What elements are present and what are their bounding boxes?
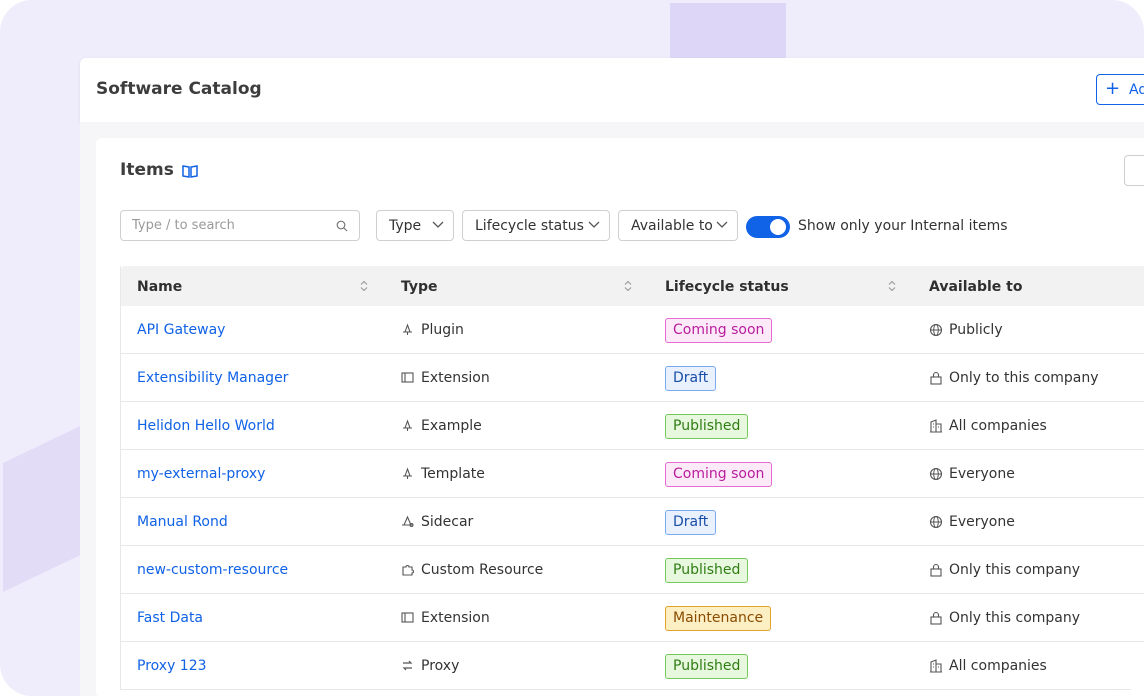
building-icon (930, 419, 942, 433)
item-name-link[interactable]: my-external-proxy (137, 466, 265, 482)
sort-icon[interactable] (360, 280, 368, 292)
plus-icon: + (1105, 78, 1121, 99)
items-title: Items (120, 160, 174, 180)
item-type-label: Template (421, 466, 485, 482)
item-availability-label: Only this company (949, 610, 1081, 626)
item-name-link[interactable]: API Gateway (137, 322, 225, 338)
table-body: API Gateway Plugin Coming soon Publicly … (121, 306, 1144, 690)
table-row[interactable]: Manual Rond Sidecar Draft Everyone (121, 498, 1144, 546)
item-availability-label: Only to this company (949, 370, 1099, 386)
item-type-label: Custom Resource (421, 562, 544, 578)
item-type-label: Sidecar (421, 514, 474, 530)
item-name-link[interactable]: Proxy 123 (137, 658, 207, 674)
sidecar-icon (402, 515, 414, 527)
item-name-link[interactable]: Extensibility Manager (137, 370, 288, 386)
extension-icon (401, 612, 414, 623)
table-row[interactable]: Fast Data Extension Maintenance Only thi… (121, 594, 1144, 642)
item-name-link[interactable]: Manual Rond (137, 514, 228, 530)
item-type-label: Extension (421, 370, 490, 386)
page-header: Software Catalog + Ad (80, 58, 1144, 122)
item-type-label: Plugin (421, 322, 464, 338)
column-header-available[interactable]: Available to (929, 279, 1022, 295)
items-card: Items Type Lifecycle status Available to (96, 138, 1144, 696)
chevron-down-icon (716, 221, 728, 228)
lifecycle-filter[interactable]: Lifecycle status (462, 210, 610, 241)
status-badge: Published (665, 558, 749, 583)
chevron-down-icon (588, 221, 600, 228)
book-icon[interactable] (182, 164, 198, 178)
sort-icon[interactable] (624, 280, 632, 292)
status-badge: Draft (665, 510, 717, 535)
table-row[interactable]: Proxy 123 Proxy Published All companies (121, 642, 1144, 690)
item-availability-label: All companies (949, 658, 1047, 674)
toggle-knob (770, 219, 786, 235)
column-header-lifecycle[interactable]: Lifecycle status (665, 279, 789, 295)
globe-icon (929, 323, 943, 337)
plugin-icon (403, 419, 412, 431)
item-type-label: Extension (421, 610, 490, 626)
status-badge: Coming soon (665, 462, 773, 487)
table-row[interactable]: API Gateway Plugin Coming soon Publicly (121, 306, 1144, 354)
plugin-icon (403, 467, 412, 479)
swap-icon (402, 660, 413, 671)
globe-icon (929, 515, 943, 529)
status-badge: Published (665, 414, 749, 439)
status-badge: Draft (665, 366, 717, 391)
item-availability-label: Only this company (949, 562, 1081, 578)
add-button-label: Ad (1129, 82, 1144, 98)
lock-icon (930, 371, 942, 385)
app-frame: Software Catalog + Ad Items Type Lifecyc… (0, 0, 1144, 696)
item-type-label: Example (421, 418, 482, 434)
item-name-link[interactable]: Helidon Hello World (137, 418, 275, 434)
status-badge: Maintenance (665, 606, 772, 631)
table-row[interactable]: Extensibility Manager Extension Draft On… (121, 354, 1144, 402)
status-badge: Coming soon (665, 318, 773, 343)
lock-icon (930, 611, 942, 625)
item-availability-label: All companies (949, 418, 1047, 434)
column-header-name[interactable]: Name (137, 279, 182, 295)
table-row[interactable]: Helidon Hello World Example Published Al… (121, 402, 1144, 450)
type-filter-label: Type (389, 218, 422, 234)
internal-items-toggle[interactable] (746, 216, 790, 238)
table-header: Name Type Lifecycle status Available to (121, 266, 1144, 306)
globe-icon (929, 467, 943, 481)
decorative-square (670, 3, 786, 63)
item-name-link[interactable]: new-custom-resource (137, 562, 288, 578)
type-filter[interactable]: Type (376, 210, 454, 241)
extension-icon (401, 372, 414, 383)
lock-icon (930, 563, 942, 577)
column-header-type[interactable]: Type (401, 279, 438, 295)
lifecycle-filter-label: Lifecycle status (475, 218, 584, 234)
plugin-icon (403, 323, 412, 335)
available-filter-label: Available to (631, 218, 713, 234)
item-name-link[interactable]: Fast Data (137, 610, 203, 626)
item-availability-label: Everyone (949, 514, 1015, 530)
search-icon (336, 220, 348, 232)
content-panel: Items Type Lifecycle status Available to (80, 122, 1144, 696)
table-row[interactable]: new-custom-resource Custom Resource Publ… (121, 546, 1144, 594)
search-input[interactable] (120, 210, 360, 241)
add-button[interactable]: + Ad (1096, 74, 1144, 105)
toggle-label: Show only your Internal items (798, 218, 1008, 234)
card-action-button[interactable] (1124, 155, 1144, 186)
chevron-down-icon (432, 221, 444, 228)
sort-icon[interactable] (888, 280, 896, 292)
item-availability-label: Publicly (949, 322, 1003, 338)
building-icon (930, 659, 942, 673)
page-title: Software Catalog (96, 79, 262, 99)
items-table: Name Type Lifecycle status Available to … (120, 266, 1144, 690)
item-type-label: Proxy (421, 658, 460, 674)
status-badge: Published (665, 654, 749, 679)
table-row[interactable]: my-external-proxy Template Coming soon E… (121, 450, 1144, 498)
puzzle-icon (402, 565, 414, 576)
available-filter[interactable]: Available to (618, 210, 738, 241)
item-availability-label: Everyone (949, 466, 1015, 482)
